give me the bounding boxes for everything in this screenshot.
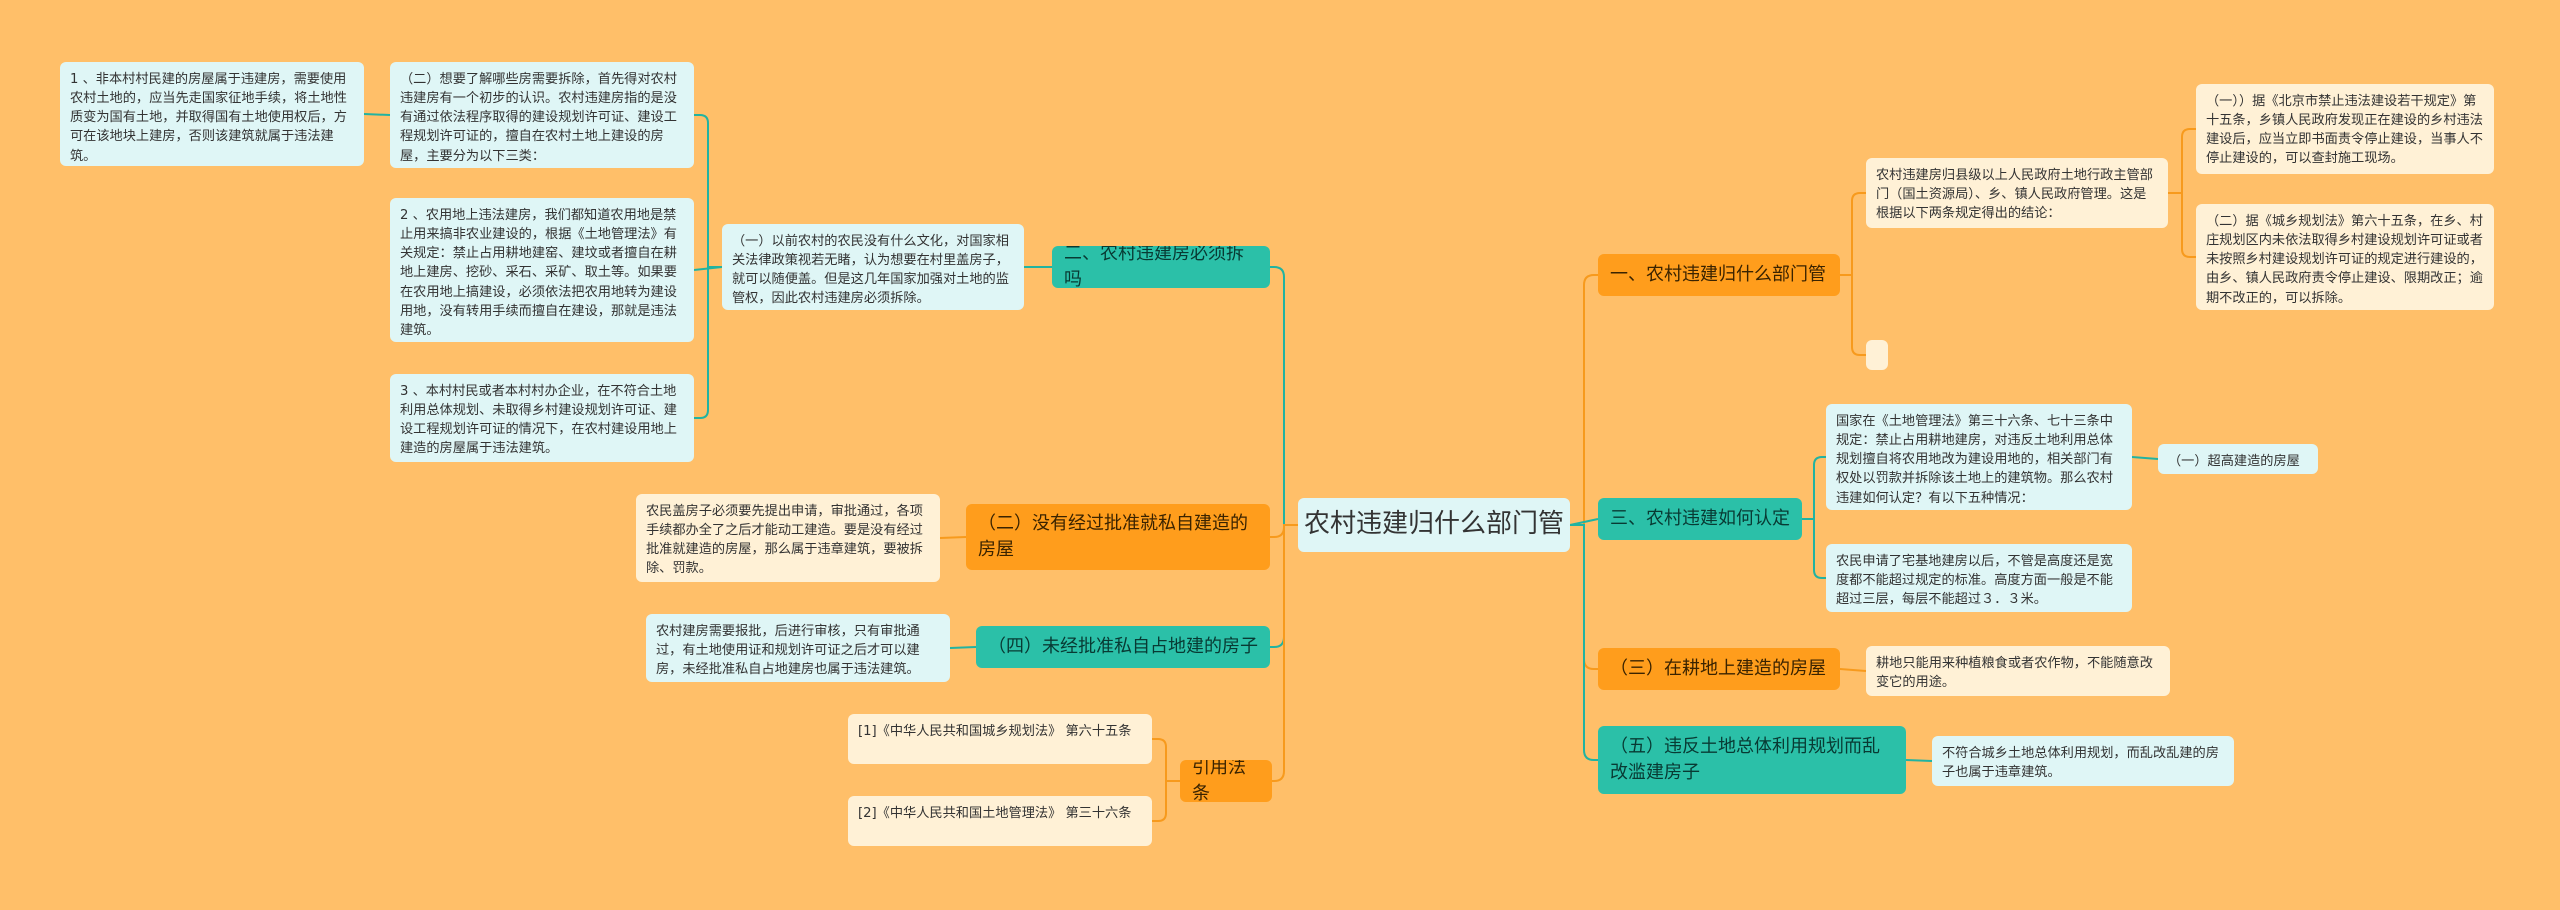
link-b2-leaf1-0 — [2131, 456, 2159, 460]
link-l1-leaf-0 — [694, 114, 722, 268]
branch-violate-planning[interactable]: （五）违反土地总体利用规划而乱改滥建房子 — [1598, 726, 1906, 794]
link-root-l4 — [1272, 524, 1298, 782]
leaf-department-intro[interactable]: 农村违建房归县级以上人民政府土地行政主管部门（国土资源局）、乡、镇人民政府管理。… — [1866, 158, 2168, 228]
empty-node[interactable] — [1866, 340, 1888, 370]
link-root-l1 — [1270, 266, 1298, 526]
branch-unapproved-land[interactable]: （四）未经批准私自占地建的房子 — [976, 626, 1270, 668]
branch-farmland-house[interactable]: （三）在耕地上建造的房屋 — [1598, 648, 1840, 690]
root-topic[interactable]: 农村违建归什么部门管 — [1298, 498, 1570, 552]
branch-must-demolish[interactable]: 二、农村违建房必须拆吗 — [1052, 246, 1270, 288]
link-root-b1 — [1570, 274, 1598, 526]
link-l1-leaf-2 — [694, 266, 722, 419]
leaf-non-villager-house[interactable]: 1 、非本村村民建的房屋属于违建房，需要使用农村土地的，应当先走国家征地手续，将… — [60, 62, 364, 166]
link-l4-1 — [1152, 780, 1180, 822]
leaf-village-enterprise[interactable]: 3 、本村村民或者本村村办企业，在不符合土地利用总体规划、未取得乡村建设规划许可… — [390, 374, 694, 462]
leaf-cited-law-2[interactable]: [2]《中华人民共和国土地管理法》 第三十六条 — [848, 796, 1152, 846]
link-b3-0 — [1839, 668, 1867, 672]
link-l3-0 — [949, 646, 977, 649]
leaf-urban-rural-law[interactable]: （二）据《城乡规划法》第六十五条，在乡、村庄规划区内未依法取得乡村建设规划许可证… — [2196, 204, 2494, 310]
leaf-over-height-house[interactable]: （一）超高建造的房屋 — [2158, 444, 2318, 474]
leaf-illegal-definition[interactable]: （二）想要了解哪些房需要拆除，首先得对农村违建房有一个初步的认识。农村违建房指的… — [390, 62, 694, 168]
link-l4-0 — [1152, 738, 1180, 782]
link-b2-0 — [1802, 456, 1826, 520]
link-b1-intro-1 — [2168, 192, 2196, 258]
branch-which-department[interactable]: 一、农村违建归什么部门管 — [1598, 254, 1840, 296]
leaf-farmland-illegal[interactable]: 2 、农用地上违法建房，我们都知道农用地是禁止用来搞非农业建设的，根据《土地管理… — [390, 198, 694, 342]
leaf-demolish-reason[interactable]: （一）以前农村的农民没有什么文化，对国家相关法律政策视若无睹，认为想要在村里盖房… — [722, 224, 1024, 310]
link-b1-1 — [1840, 274, 1866, 356]
leaf-beijing-regulation[interactable]: （一））据《北京市禁止违法建设若干规定》第十五条，乡镇人民政府发现正在建设的乡村… — [2196, 84, 2494, 174]
leaf-height-standard[interactable]: 农民申请了宅基地建房以后，不管是高度还是宽度都不能超过规定的标准。高度方面一般是… — [1826, 544, 2132, 612]
link-b1-0 — [1840, 192, 1866, 276]
branch-unapproved-house[interactable]: （二）没有经过批准就私自建造的房屋 — [966, 504, 1270, 570]
leaf-farmland-usage[interactable]: 耕地只能用来种植粮食或者农作物，不能随意改变它的用途。 — [1866, 646, 2170, 696]
link-l2-0 — [939, 536, 967, 539]
link-b4-0 — [1905, 759, 1933, 762]
link-b1-intro-0 — [2168, 128, 2196, 194]
link-l1-sub1-0 — [363, 113, 391, 116]
link-b2-1 — [1802, 518, 1826, 579]
leaf-land-management-law[interactable]: 国家在《土地管理法》第三十六条、七十三条中规定：禁止占用耕地建房，对违反土地利用… — [1826, 404, 2132, 510]
leaf-application-required[interactable]: 农民盖房子必须要先提出申请，审批通过，各项手续都办全了之后才能动工建造。要是没有… — [636, 494, 940, 582]
link-root-b4 — [1570, 524, 1598, 761]
leaf-approval-process[interactable]: 农村建房需要报批，后进行审核，只有审批通过，有土地使用证和规划许可证之后才可以建… — [646, 614, 950, 682]
branch-how-to-identify[interactable]: 三、农村违建如何认定 — [1598, 498, 1802, 540]
leaf-cited-law-1[interactable]: [1]《中华人民共和国城乡规划法》 第六十五条 — [848, 714, 1152, 764]
branch-cited-laws[interactable]: 引用法条 — [1180, 760, 1272, 802]
leaf-planning-violation[interactable]: 不符合城乡土地总体利用规划，而乱改乱建的房子也属于违章建筑。 — [1932, 736, 2234, 786]
